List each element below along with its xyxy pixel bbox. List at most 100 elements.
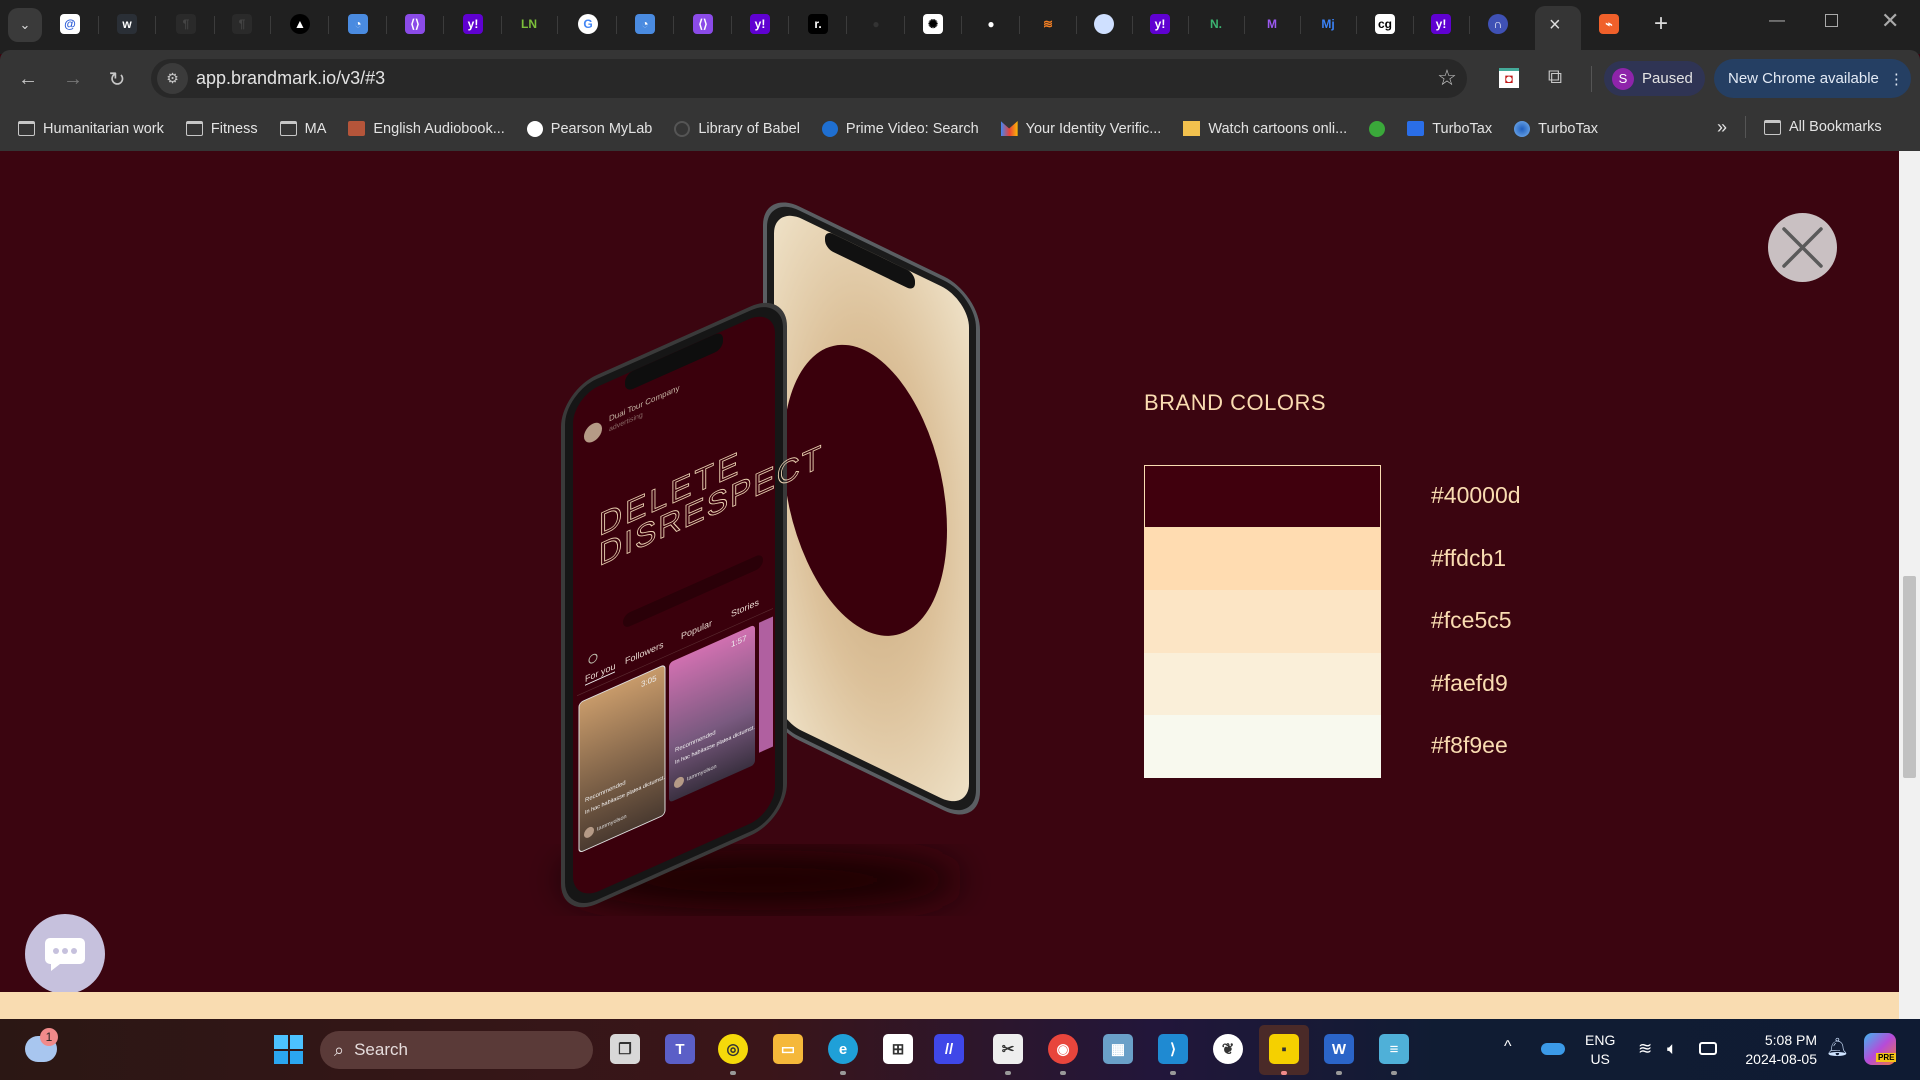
- sticky-notes-icon[interactable]: ▪: [1269, 1034, 1299, 1064]
- color-hex-label[interactable]: #f8f9ee: [1431, 732, 1508, 759]
- update-chrome-button[interactable]: New Chrome available ⋮: [1714, 59, 1911, 98]
- color-hex-label[interactable]: #40000d: [1431, 482, 1521, 509]
- bookmark-turbotax[interactable]: TurboTax: [1514, 120, 1598, 137]
- color-swatch[interactable]: [1144, 590, 1381, 653]
- word-icon[interactable]: W: [1324, 1034, 1354, 1064]
- reload-button[interactable]: ↻: [104, 66, 130, 92]
- color-hex-label[interactable]: #faefd9: [1431, 670, 1508, 697]
- scrollbar-thumb[interactable]: [1903, 576, 1916, 778]
- green-n-tab-icon[interactable]: N.: [1206, 14, 1226, 34]
- brand-colors-title: BRAND COLORS: [1144, 390, 1327, 415]
- github-tab-icon[interactable]: ●: [981, 14, 1001, 34]
- brandmark-tab-icon[interactable]: ⌁: [1599, 14, 1619, 34]
- mcafee-extension-icon[interactable]: ◘: [1499, 68, 1519, 88]
- onedrive-icon[interactable]: [1541, 1043, 1565, 1055]
- volume-icon[interactable]: 🔈︎: [1667, 1039, 1677, 1059]
- back-button[interactable]: ←: [15, 66, 41, 92]
- mongodb-icon[interactable]: ❦: [1213, 1034, 1243, 1064]
- url-text[interactable]: app.brandmark.io/v3/#3: [196, 68, 385, 89]
- notifications-bell-icon[interactable]: 🔔︎: [1826, 1037, 1849, 1058]
- at-tab-icon[interactable]: @: [60, 14, 80, 34]
- chat-button[interactable]: [25, 914, 105, 994]
- clock[interactable]: 5:08 PM 2024-08-05: [1733, 1031, 1817, 1069]
- all-bookmarks-button[interactable]: All Bookmarks: [1764, 119, 1882, 135]
- wifi-icon[interactable]: ≋: [1638, 1039, 1652, 1059]
- norton-icon[interactable]: ◎: [718, 1034, 748, 1064]
- map-app-icon[interactable]: ▦: [1103, 1034, 1133, 1064]
- bookmark-humanitarian-work[interactable]: Humanitarian work: [18, 121, 164, 137]
- extensions-icon[interactable]: ⧉: [1542, 64, 1568, 90]
- teams-icon[interactable]: T: [665, 1034, 695, 1064]
- microsoft-store-icon[interactable]: ⊞: [883, 1034, 913, 1064]
- copilot-icon[interactable]: PRE: [1864, 1033, 1897, 1065]
- bookmark-green-bolt[interactable]: [1369, 120, 1386, 137]
- bookmark-star-icon[interactable]: ☆: [1434, 65, 1460, 91]
- bookmark-watch-cartoons-onli[interactable]: Watch cartoons onli...: [1183, 121, 1347, 137]
- bookmark-prime-video-search[interactable]: Prime Video: Search: [821, 120, 979, 137]
- m-logo-tab-icon[interactable]: M: [1262, 14, 1282, 34]
- openai-tab-icon[interactable]: ✺: [923, 14, 943, 34]
- r-logo-tab-icon[interactable]: r.: [808, 14, 828, 34]
- kebab-menu-icon[interactable]: ⋮: [1889, 70, 1904, 88]
- bookmark-fitness[interactable]: Fitness: [185, 121, 258, 137]
- bookmark-your-identity-verific[interactable]: Your Identity Verific...: [1000, 121, 1161, 137]
- language-indicator[interactable]: ENG US: [1585, 1031, 1615, 1069]
- bookmark-library-of-babel[interactable]: Library of Babel: [674, 120, 800, 137]
- bookmark-ma[interactable]: MA: [279, 121, 326, 137]
- battery-icon[interactable]: [1699, 1042, 1717, 1055]
- yahoo-tab-icon[interactable]: y!: [1431, 14, 1451, 34]
- file-explorer-icon[interactable]: ▭: [773, 1034, 803, 1064]
- presentation-tab-icon[interactable]: ◔: [348, 14, 368, 34]
- more-bookmarks-button[interactable]: »: [1717, 117, 1727, 138]
- forward-button[interactable]: →: [60, 66, 86, 92]
- purple-link-tab-icon[interactable]: ⟨⟩: [693, 14, 713, 34]
- taskbar-search[interactable]: ⌕ Search: [320, 1031, 593, 1069]
- profile-button[interactable]: S Paused: [1604, 61, 1705, 96]
- purple-link-tab-icon[interactable]: ⟨⟩: [405, 14, 425, 34]
- bookmark-english-audiobook[interactable]: English Audiobook...: [348, 121, 505, 137]
- yahoo-tab-icon[interactable]: y!: [750, 14, 770, 34]
- color-swatch[interactable]: [1144, 652, 1381, 715]
- color-swatch[interactable]: [1144, 715, 1381, 778]
- snipping-tool-icon[interactable]: ✂: [993, 1034, 1023, 1064]
- dark-site-tab-icon[interactable]: ¶: [232, 14, 252, 34]
- start-button[interactable]: [274, 1035, 303, 1064]
- yahoo-tab-icon[interactable]: y!: [463, 14, 483, 34]
- webflow-tab-icon[interactable]: w: [117, 14, 137, 34]
- color-swatch[interactable]: [1144, 527, 1381, 590]
- chrome-icon[interactable]: ◉: [1048, 1034, 1078, 1064]
- n-circle-tab-icon[interactable]: ∩: [1488, 14, 1508, 34]
- site-info-icon[interactable]: ⚙: [157, 63, 188, 94]
- vscode-icon[interactable]: ⟩: [1158, 1034, 1188, 1064]
- triangle-logo-tab-icon[interactable]: ▲: [290, 14, 310, 34]
- dark-site-tab-icon[interactable]: ¶: [176, 14, 196, 34]
- close-preview-button[interactable]: [1768, 213, 1837, 282]
- active-tab[interactable]: ×: [1535, 6, 1581, 50]
- minimize-button[interactable]: —: [1769, 12, 1785, 30]
- task-view-icon[interactable]: ❐: [610, 1034, 640, 1064]
- color-swatch[interactable]: [1144, 465, 1381, 528]
- notepad-icon[interactable]: ≡: [1379, 1034, 1409, 1064]
- restore-button[interactable]: [1825, 14, 1838, 27]
- ln-tab-icon[interactable]: LN: [519, 14, 539, 34]
- cg-tab-icon[interactable]: cg: [1375, 14, 1395, 34]
- apple-tab-icon[interactable]: [1094, 14, 1114, 34]
- tab-search-button[interactable]: ⌄: [8, 8, 42, 42]
- show-hidden-icons-button[interactable]: ^: [1504, 1038, 1512, 1056]
- close-window-button[interactable]: ✕: [1881, 8, 1899, 34]
- mj-logo-tab-icon[interactable]: Mj: [1318, 14, 1338, 34]
- new-tab-button[interactable]: +: [1654, 10, 1668, 38]
- presentation-tab-icon[interactable]: ◔: [635, 14, 655, 34]
- app-blue-icon[interactable]: //: [934, 1034, 964, 1064]
- color-hex-label[interactable]: #fce5c5: [1431, 607, 1512, 634]
- edge-icon[interactable]: e: [828, 1034, 858, 1064]
- google-tab-icon[interactable]: G: [578, 14, 598, 34]
- github-dark-tab-icon[interactable]: ●: [866, 14, 886, 34]
- bookmark-turbotax[interactable]: TurboTax: [1407, 121, 1492, 137]
- bookmark-pearson-mylab[interactable]: Pearson MyLab: [526, 120, 652, 137]
- color-hex-label[interactable]: #ffdcb1: [1431, 545, 1506, 572]
- address-bar[interactable]: ⚙ app.brandmark.io/v3/#3 ☆: [151, 59, 1467, 98]
- stackoverflow-tab-icon[interactable]: ≋: [1038, 14, 1058, 34]
- yahoo-tab-icon[interactable]: y!: [1150, 14, 1170, 34]
- close-tab-icon[interactable]: ×: [1549, 14, 1561, 37]
